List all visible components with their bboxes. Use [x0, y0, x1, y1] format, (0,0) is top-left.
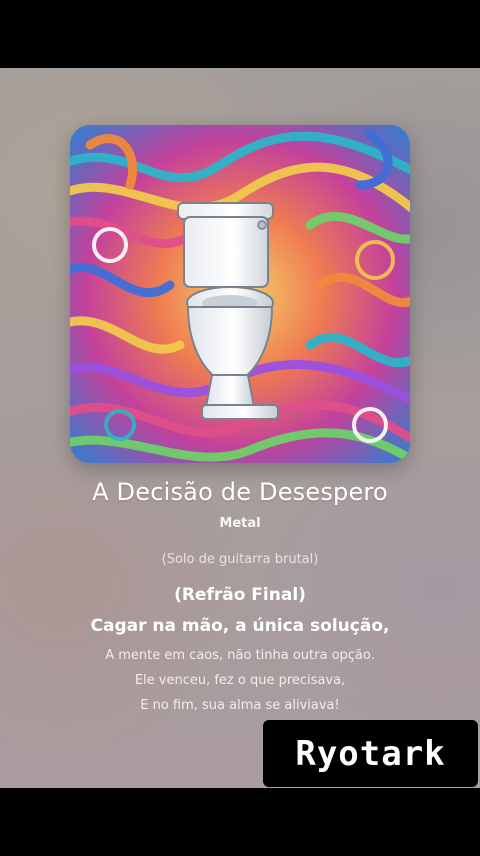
- lyric-line-section: (Refrão Final): [174, 585, 306, 605]
- lyric-line-next: E no fim, sua alma se aliviava!: [140, 698, 340, 713]
- lyrics-panel: (Solo de guitarra brutal) (Refrão Final)…: [0, 550, 480, 716]
- song-genre: Metal: [219, 516, 261, 531]
- song-title: A Decisão de Desespero: [92, 478, 388, 506]
- lyric-line-next: A mente em caos, não tinha outra opção.: [105, 648, 375, 663]
- lyric-line-next: Ele venceu, fez o que precisava,: [134, 673, 346, 688]
- lyrics-player: A Decisão de Desespero Metal (Solo de gu…: [0, 68, 480, 788]
- lyric-line-current: Cagar na mão, a única solução,: [90, 616, 390, 636]
- watermark-label: Ryotark: [263, 720, 478, 787]
- top-letterbox: [0, 0, 480, 68]
- lyric-line-previous: (Solo de guitarra brutal): [161, 552, 319, 567]
- album-cover-image: [70, 125, 410, 463]
- bottom-letterbox: [0, 788, 480, 856]
- screen: A Decisão de Desespero Metal (Solo de gu…: [0, 0, 480, 856]
